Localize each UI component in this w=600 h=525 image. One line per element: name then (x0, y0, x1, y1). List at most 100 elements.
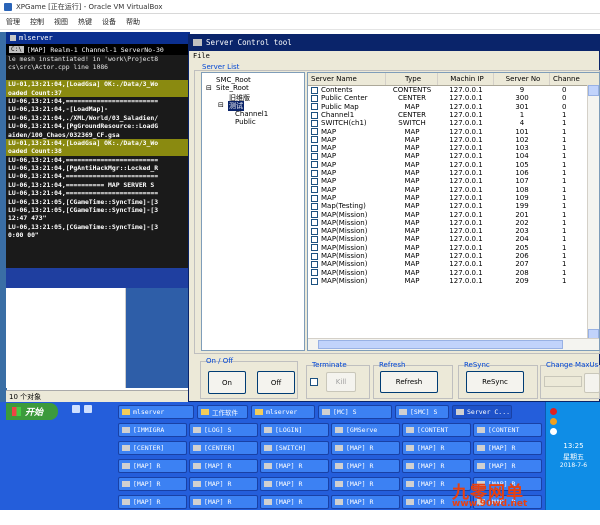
taskbar-button[interactable]: mlserver (118, 405, 194, 419)
table-row[interactable]: MAP(Mission) MAP 127.0.0.1 207 1 (308, 260, 599, 268)
table-row[interactable]: MAP MAP 127.0.0.1 108 1 (308, 186, 599, 194)
table-row[interactable]: MAP(Mission) MAP 127.0.0.1 208 1 (308, 269, 599, 277)
taskbar-button[interactable]: [MAP] R (260, 459, 329, 473)
table-row[interactable]: MAP(Mission) MAP 127.0.0.1 201 1 (308, 211, 599, 219)
row-checkbox[interactable] (311, 128, 318, 136)
table-row[interactable]: MAP MAP 127.0.0.1 101 1 (308, 128, 599, 136)
taskbar-button[interactable]: [CONTENT (402, 423, 471, 437)
quick-launch-icon[interactable] (84, 405, 92, 413)
tray-alert-icon[interactable] (550, 408, 557, 415)
terminate-checkbox[interactable] (310, 378, 318, 386)
taskbar-button[interactable]: [MAP] R (473, 459, 542, 473)
col-type[interactable]: Type (386, 73, 438, 85)
table-row[interactable]: MAP(Mission) MAP 127.0.0.1 209 1 (308, 277, 599, 285)
row-checkbox[interactable] (311, 169, 318, 177)
taskbar-button[interactable]: [SWITCH] (260, 441, 329, 455)
table-row[interactable]: MAP(Mission) MAP 127.0.0.1 204 1 (308, 235, 599, 244)
taskbar-button[interactable]: 工作软件 (197, 405, 248, 419)
table-row[interactable]: MAP(Mission) MAP 127.0.0.1 203 1 (308, 227, 599, 235)
taskbar-button[interactable]: [MAP] R (473, 441, 542, 455)
taskbar-button[interactable]: [GMServe (331, 423, 400, 437)
table-row[interactable]: MAP MAP 127.0.0.1 104 1 (308, 152, 599, 160)
row-checkbox[interactable] (311, 269, 318, 277)
row-checkbox[interactable] (311, 111, 318, 119)
menu-file[interactable]: File (193, 52, 210, 60)
tree-expander[interactable]: ⊟ (206, 84, 212, 92)
taskbar-button[interactable]: [MAP] R (118, 495, 187, 509)
table-row[interactable]: Public Center CENTER 127.0.0.1 300 0 (308, 94, 599, 102)
row-checkbox[interactable] (311, 202, 318, 210)
table-row[interactable]: Public Map MAP 127.0.0.1 301 0 (308, 103, 599, 111)
row-checkbox[interactable] (311, 136, 318, 144)
taskbar-button[interactable]: [MAP] R (402, 441, 471, 455)
quick-launch-icon[interactable] (72, 405, 80, 413)
row-checkbox[interactable] (311, 103, 318, 111)
col-server-name[interactable]: Server Name (308, 73, 386, 85)
table-row[interactable]: MAP(Mission) MAP 127.0.0.1 205 1 (308, 244, 599, 252)
table-row[interactable]: MAP MAP 127.0.0.1 109 1 (308, 194, 599, 202)
row-checkbox[interactable] (311, 144, 318, 152)
menu-devices[interactable]: 设备 (102, 17, 116, 27)
taskbar-button[interactable]: [MC] S (318, 405, 392, 419)
max-users-input[interactable] (544, 376, 582, 387)
table-row[interactable]: Channel1 CENTER 127.0.0.1 1 1 (308, 111, 599, 119)
row-checkbox[interactable] (311, 244, 318, 252)
server-control-titlebar[interactable]: Server Control tool (188, 34, 600, 51)
table-row[interactable]: Contents CONTENTS 127.0.0.1 9 0 (308, 86, 599, 94)
taskbar-button[interactable]: [MAP] R (189, 477, 258, 491)
row-checkbox[interactable] (311, 177, 318, 185)
tree-expander-2[interactable]: ⊟ (218, 101, 224, 109)
scroll-up-arrow[interactable] (588, 85, 599, 96)
taskbar-button[interactable]: [MAP] R (189, 459, 258, 473)
taskbar-button[interactable]: [MAP] R (331, 441, 400, 455)
off-button[interactable]: Off (257, 371, 295, 394)
console-titlebar[interactable]: mlserver (6, 32, 190, 44)
resync-button[interactable]: ReSync (466, 371, 524, 393)
table-row[interactable]: MAP MAP 127.0.0.1 102 1 (308, 136, 599, 144)
taskbar-button[interactable]: [MAP] R (331, 477, 400, 491)
taskbar-button[interactable]: [MAP] R (331, 459, 400, 473)
table-vertical-scrollbar[interactable] (587, 85, 599, 340)
table-row[interactable]: MAP MAP 127.0.0.1 105 1 (308, 161, 599, 169)
tree-node-public[interactable]: Public (235, 118, 256, 126)
menu-control[interactable]: 控制 (30, 17, 44, 27)
kill-button[interactable]: Kill (326, 372, 356, 392)
menu-help[interactable]: 帮助 (126, 17, 140, 27)
taskbar-button[interactable]: [CONTENT (473, 423, 542, 437)
taskbar-button[interactable]: [MAP] R (189, 495, 258, 509)
row-checkbox[interactable] (311, 236, 318, 244)
taskbar-button[interactable]: Server C... (452, 405, 512, 419)
change-max-users-button[interactable] (584, 373, 600, 393)
table-row[interactable]: SWITCH(ch1) SWITCH 127.0.0.1 4 1 (308, 119, 599, 127)
taskbar-button[interactable]: mlserver (251, 405, 315, 419)
tray-time[interactable]: 13:25 (546, 442, 600, 450)
tray-volume-icon[interactable] (550, 428, 557, 435)
taskbar-button[interactable]: [MAP] R (260, 495, 329, 509)
on-button[interactable]: On (208, 371, 246, 394)
table-row[interactable]: MAP(Mission) MAP 127.0.0.1 202 1 (308, 219, 599, 227)
tree-node-site-root[interactable]: Site_Root (216, 84, 249, 92)
taskbar-button[interactable]: [MAP] R (118, 477, 187, 491)
table-row[interactable]: Map(Testing) MAP 127.0.0.1 199 1 (308, 202, 599, 210)
row-checkbox[interactable] (311, 252, 318, 260)
refresh-button[interactable]: Refresh (380, 371, 438, 393)
taskbar-button[interactable]: [CENTER] (118, 441, 187, 455)
start-button[interactable]: 开始 (6, 403, 58, 420)
row-checkbox[interactable] (311, 194, 318, 202)
horizontal-scroll-thumb[interactable] (318, 340, 563, 349)
table-row[interactable]: MAP(Mission) MAP 127.0.0.1 206 1 (308, 252, 599, 260)
row-checkbox[interactable] (311, 277, 318, 285)
taskbar-button[interactable]: [MAP] R (402, 459, 471, 473)
row-checkbox[interactable] (311, 186, 318, 194)
menu-view[interactable]: 视图 (54, 17, 68, 27)
row-checkbox[interactable] (311, 219, 318, 227)
taskbar-button[interactable]: [MAP] R (260, 477, 329, 491)
tree-node-channel1[interactable]: Channel1 (235, 110, 268, 118)
taskbar-button[interactable]: [MAP] R (331, 495, 400, 509)
table-row[interactable]: MAP MAP 127.0.0.1 103 1 (308, 144, 599, 152)
col-server-no[interactable]: Server No (494, 73, 550, 85)
taskbar-button[interactable]: [CENTER] (189, 441, 258, 455)
server-tree[interactable]: SMC_Root ⊟ Site_Root 旧维版 ⊟ 测试 Channel1 P… (201, 72, 305, 351)
tree-node-smc-root[interactable]: SMC_Root (216, 76, 251, 84)
taskbar-button[interactable]: [LOGIN] (260, 423, 329, 437)
